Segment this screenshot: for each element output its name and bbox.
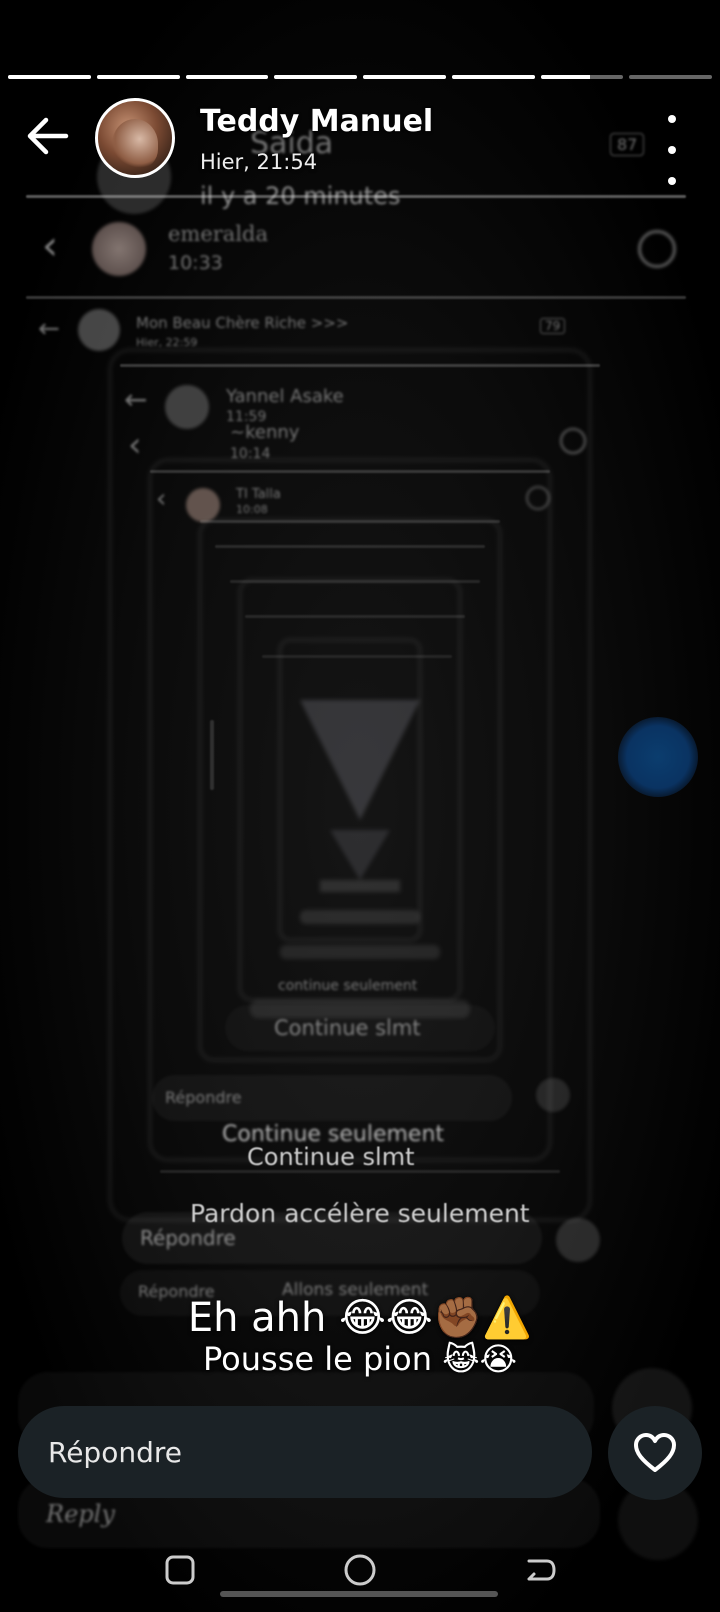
recent-apps-button[interactable]: [160, 1550, 200, 1590]
ghost-progress: [262, 655, 452, 658]
ghost-name: ~kenny: [230, 422, 300, 443]
ghost-avatar: [92, 222, 146, 276]
story-segment-fill: [274, 75, 357, 79]
ghost-name: Yannel Asake: [226, 386, 344, 407]
system-nav-bar: [0, 1536, 720, 1612]
ghost-name: Mon Beau Chère Riche >>>: [136, 314, 349, 332]
arrow-left-icon: [27, 117, 69, 155]
ghost-divider: [26, 195, 686, 198]
ghost-avatar: [186, 488, 220, 522]
ghost-time: 10:14: [230, 446, 271, 462]
heart-icon: [634, 1433, 676, 1472]
story-segment: [185, 75, 269, 79]
ghost-name: emeralda: [168, 222, 269, 246]
story-segment-fill: [96, 75, 180, 79]
ghost-battery: 79: [540, 318, 566, 334]
ghost-avatar: [78, 309, 120, 351]
story-progress-bar: [8, 75, 712, 81]
floating-bubble[interactable]: [618, 717, 698, 797]
square-icon: [165, 1555, 195, 1585]
dot-icon: [668, 177, 676, 185]
profile-name[interactable]: Teddy Manuel: [200, 104, 433, 139]
ghost-name: TI Talla: [236, 487, 281, 502]
home-indicator: [220, 1591, 498, 1597]
ghost-progress: [150, 470, 550, 473]
ghost-heart: [556, 1218, 600, 1262]
ghost-back-icon: ←: [38, 314, 60, 344]
ghost-back-icon: ‹: [128, 425, 142, 465]
ghost-reply-text: Répondre: [165, 1088, 242, 1107]
ghost-back-icon: ‹: [156, 484, 167, 514]
ghost-progress: [215, 545, 485, 548]
dot-icon: [668, 146, 676, 154]
story-segment: [451, 75, 535, 79]
profile-avatar[interactable]: [95, 98, 175, 178]
story-segment: [629, 75, 712, 79]
reply-input[interactable]: [18, 1406, 592, 1498]
ghost-progress: [245, 615, 465, 618]
ghost-reply-text: Continue slmt: [247, 1143, 415, 1171]
ghost-more-icon: [638, 230, 676, 268]
ghost-time: Hier, 22:59: [136, 336, 198, 349]
back-nav-button[interactable]: [520, 1550, 560, 1590]
ghost-heart: [536, 1078, 570, 1112]
story-segment: [363, 75, 446, 79]
back-nav-icon: [527, 1559, 556, 1581]
more-options-button[interactable]: [660, 115, 684, 185]
story-segment-fill: [363, 75, 446, 79]
story-segment: [96, 75, 180, 79]
ghost-avatar: [165, 385, 209, 429]
ghost-progress: [200, 520, 500, 523]
story-timestamp: Hier, 21:54: [200, 150, 318, 174]
ghost-scroll: [210, 720, 214, 790]
story-segment-fill: [451, 75, 535, 79]
story-segment-fill: [8, 75, 91, 79]
ghost-back-icon: ‹: [42, 223, 58, 269]
story-viewer: Saida 87 il y a 20 minutes ‹ emeralda 10…: [0, 0, 720, 1612]
like-button[interactable]: [608, 1406, 702, 1500]
ghost-reply-text: continue seulement: [278, 978, 418, 994]
story-caption: Pousse le pion 😹😭: [203, 1340, 517, 1378]
story-segment-fill: [185, 75, 269, 79]
ghost-more-icon: [560, 428, 586, 454]
ghost-time: 10:08: [236, 503, 268, 516]
story-segment: [274, 75, 357, 79]
ghost-battery: 87: [610, 133, 645, 156]
ghost-reply-text: Répondre: [140, 1226, 236, 1250]
ghost-progress: [120, 364, 600, 367]
circle-icon: [344, 1554, 376, 1586]
back-button[interactable]: [22, 110, 74, 162]
ghost-progress: [230, 580, 480, 583]
ghost-time: 10:33: [168, 252, 223, 274]
ghost-more-icon: [526, 486, 550, 510]
story-segment-fill: [540, 75, 591, 79]
home-button[interactable]: [340, 1550, 380, 1590]
ghost-divider: [26, 296, 686, 299]
story-segment: [8, 75, 91, 79]
dot-icon: [668, 115, 676, 123]
ghost-reply-text: Continue slmt: [274, 1016, 421, 1040]
ghost-back-icon: ←: [124, 383, 148, 416]
story-caption-secondary: Eh ahh 😂😂✊🏾⚠️: [187, 1295, 533, 1341]
ghost-divider: [160, 1170, 560, 1173]
story-segment: [540, 75, 624, 79]
ghost-reply-text: Reply: [46, 1500, 115, 1528]
